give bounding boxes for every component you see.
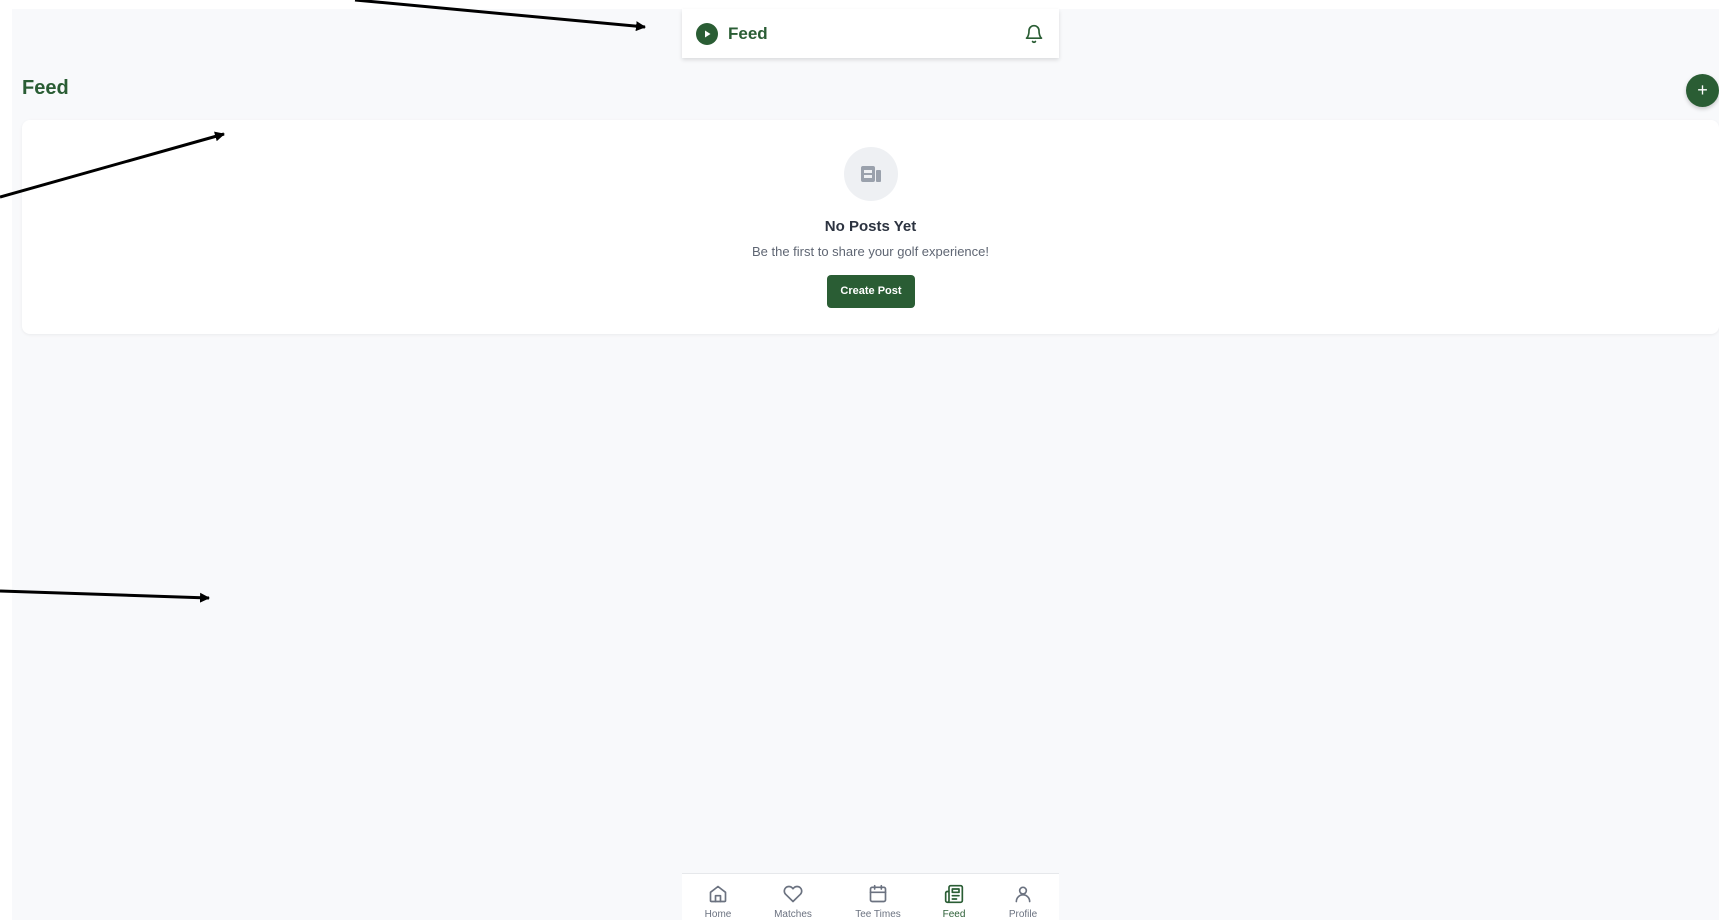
newspaper-icon	[844, 147, 898, 201]
bottom-navigation: Home Matches Tee Times Feed Profile	[682, 873, 1059, 920]
app-bar-title: Feed	[728, 23, 768, 43]
nav-item-feed[interactable]: Feed	[919, 884, 989, 920]
nav-item-profile[interactable]: Profile	[988, 884, 1058, 920]
nav-label-feed: Feed	[942, 909, 966, 920]
empty-state-subtitle: Be the first to share your golf experien…	[751, 244, 989, 259]
play-circle-icon	[696, 22, 718, 45]
create-post-button[interactable]: Create Post	[827, 275, 915, 308]
empty-state-title: No Posts Yet	[824, 218, 917, 235]
calendar-icon	[843, 884, 913, 906]
nav-label-profile: Profile	[1008, 909, 1038, 920]
nav-item-matches[interactable]: Matches	[758, 884, 828, 920]
add-post-button[interactable]: +	[1686, 74, 1719, 107]
nav-label-matches: Matches	[774, 909, 812, 920]
nav-item-home[interactable]: Home	[683, 884, 753, 920]
nav-label-tee-times: Tee Times	[855, 909, 901, 920]
user-icon	[988, 884, 1058, 906]
top-app-bar: Feed	[682, 9, 1059, 58]
home-icon	[683, 884, 753, 906]
newspaper-icon	[919, 884, 989, 906]
page-title: Feed	[22, 77, 69, 99]
nav-item-tee-times[interactable]: Tee Times	[843, 884, 913, 920]
bell-icon[interactable]	[1023, 23, 1045, 45]
empty-state-card: No Posts Yet Be the first to share your …	[22, 120, 1719, 334]
nav-label-home: Home	[704, 909, 732, 920]
heart-icon	[758, 884, 828, 906]
